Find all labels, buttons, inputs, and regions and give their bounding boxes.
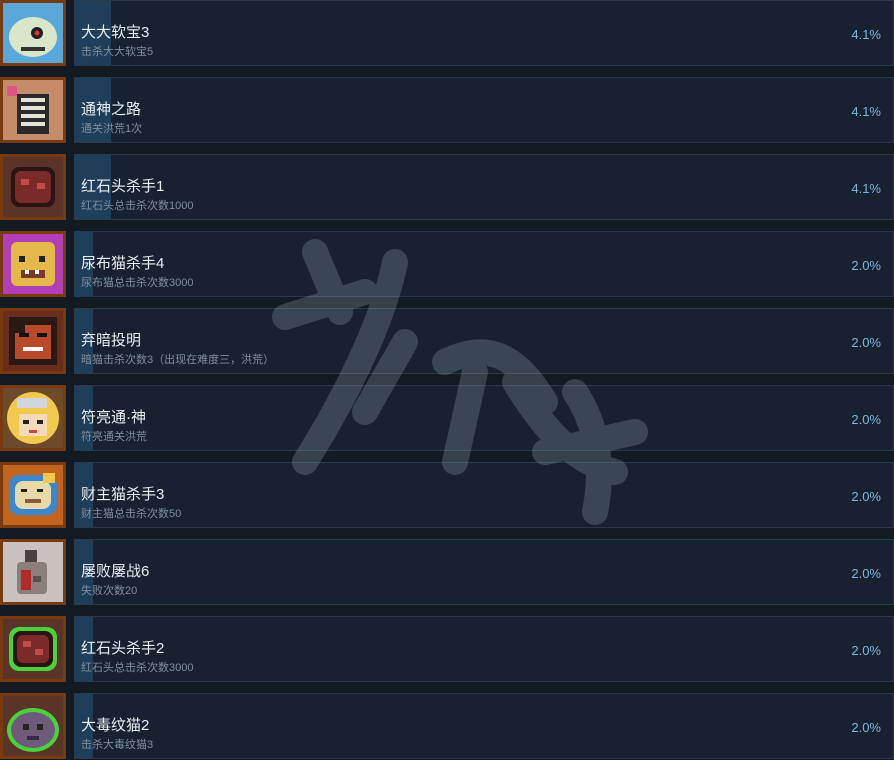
achievement-row[interactable]: 尿布猫杀手4 尿布猫总击杀次数3000 2.0% — [0, 231, 894, 298]
unlock-percentage: 4.1% — [851, 181, 881, 196]
achievement-description: 击杀大毒纹猫3 — [81, 739, 154, 751]
achievement-row[interactable]: 通神之路 通关洪荒1次 4.1% — [0, 77, 894, 144]
achievement-description: 失败次数20 — [81, 585, 138, 597]
achievement-progress-bar — [74, 231, 894, 297]
unlock-percentage: 2.0% — [851, 335, 881, 350]
slime-icon — [0, 0, 66, 66]
achievement-description: 财主猫总击杀次数50 — [81, 508, 182, 520]
achievement-progress-bar — [74, 0, 894, 66]
achievement-row[interactable]: 大毒纹猫2 击杀大毒纹猫3 2.0% — [0, 693, 894, 760]
achievement-title: 红石头杀手1 — [81, 178, 165, 195]
unlock-percentage: 4.1% — [851, 104, 881, 119]
dark-cat-icon — [0, 308, 66, 374]
achievement-description: 击杀大大软宝5 — [81, 46, 154, 58]
stairs-icon — [0, 77, 66, 143]
unlock-percentage: 4.1% — [851, 27, 881, 42]
achievement-title: 弃暗投明 — [81, 332, 142, 349]
achievement-progress-bar — [74, 154, 894, 220]
achievement-row[interactable]: 红石头杀手2 红石头总击杀次数3000 2.0% — [0, 616, 894, 683]
unlock-percentage: 2.0% — [851, 643, 881, 658]
diaper-cat-icon — [0, 231, 66, 297]
achievement-description: 通关洪荒1次 — [81, 123, 143, 135]
achievement-title: 财主猫杀手3 — [81, 486, 165, 503]
achievement-description: 红石头总击杀次数3000 — [81, 662, 194, 674]
achievement-row[interactable]: 屡败屡战6 失败次数20 2.0% — [0, 539, 894, 606]
achievement-row[interactable]: 弃暗投明 暗猫击杀次数3（出现在难度三，洪荒） 2.0% — [0, 308, 894, 375]
unlock-percentage: 2.0% — [851, 258, 881, 273]
achievement-progress-bar — [74, 539, 894, 605]
achievement-row[interactable]: 红石头杀手1 红石头总击杀次数1000 4.1% — [0, 154, 894, 221]
defeated-cat-icon — [0, 539, 66, 605]
red-rock-icon — [0, 154, 66, 220]
unlock-percentage: 2.0% — [851, 720, 881, 735]
achievement-progress-bar — [74, 385, 894, 451]
achievement-description: 符亮通关洪荒 — [81, 431, 147, 443]
blonde-hero-icon — [0, 385, 66, 451]
achievement-progress-bar — [74, 77, 894, 143]
achievement-row[interactable]: 财主猫杀手3 财主猫总击杀次数50 2.0% — [0, 462, 894, 529]
achievement-title: 红石头杀手2 — [81, 640, 165, 657]
red-rock-green-icon — [0, 616, 66, 682]
achievement-title: 符亮通·神 — [81, 409, 146, 426]
achievement-description: 红石头总击杀次数1000 — [81, 200, 194, 212]
poison-cat-icon — [0, 693, 66, 759]
unlock-percentage: 2.0% — [851, 566, 881, 581]
achievement-description: 尿布猫总击杀次数3000 — [81, 277, 194, 289]
achievement-row[interactable]: 符亮通·神 符亮通关洪荒 2.0% — [0, 385, 894, 452]
achievement-row[interactable]: 大大软宝3 击杀大大软宝5 4.1% — [0, 0, 894, 67]
unlock-percentage: 2.0% — [851, 412, 881, 427]
achievement-title: 尿布猫杀手4 — [81, 255, 165, 272]
achievement-title: 屡败屡战6 — [81, 563, 150, 580]
achievement-title: 大大软宝3 — [81, 24, 150, 41]
achievement-progress-bar — [74, 462, 894, 528]
achievement-title: 通神之路 — [81, 101, 142, 118]
achievement-progress-bar — [74, 616, 894, 682]
achievement-progress-bar — [74, 693, 894, 759]
achievement-title: 大毒纹猫2 — [81, 717, 150, 734]
unlock-percentage: 2.0% — [851, 489, 881, 504]
achievement-description: 暗猫击杀次数3（出现在难度三，洪荒） — [81, 354, 275, 366]
rich-cat-icon — [0, 462, 66, 528]
